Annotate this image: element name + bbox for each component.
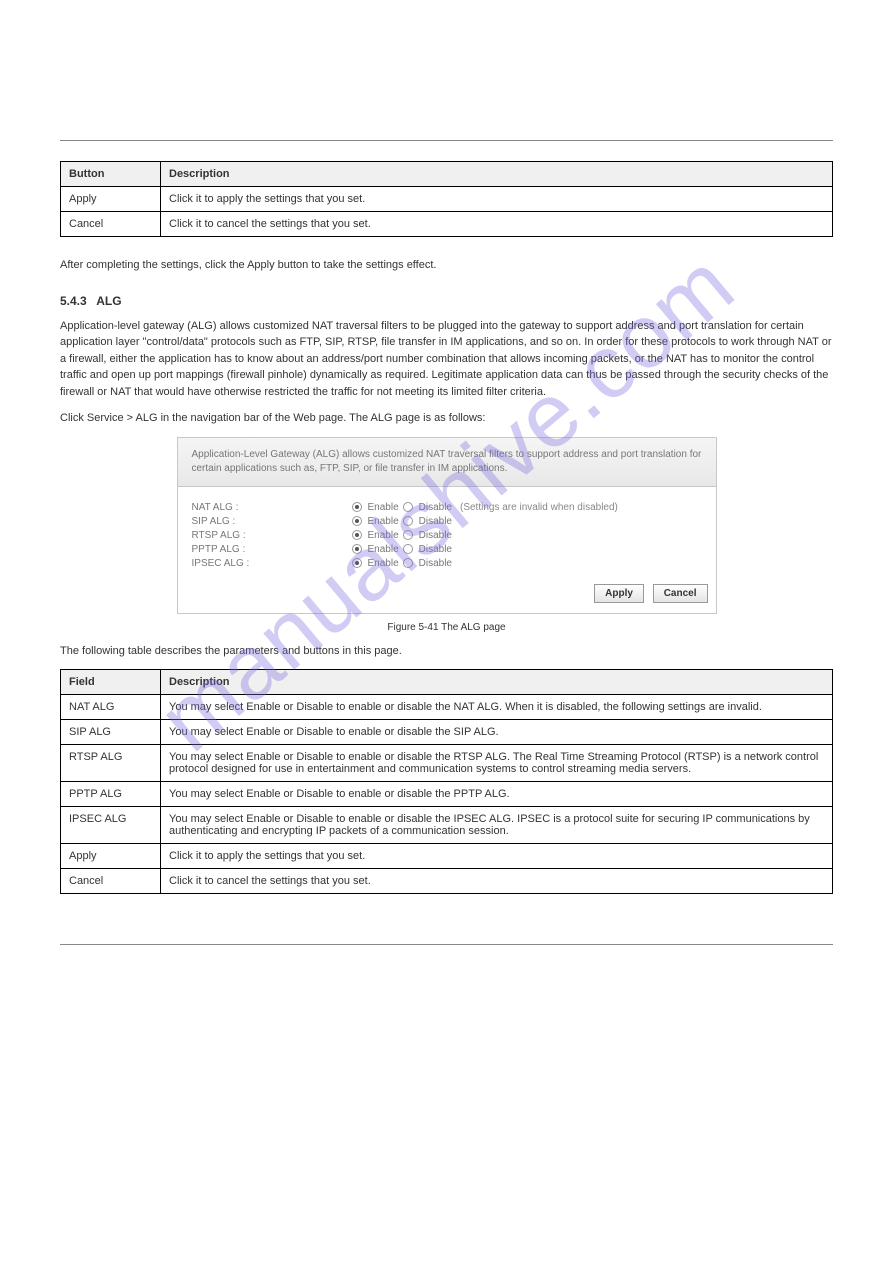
ipsec-alg-disable-radio[interactable] xyxy=(403,558,413,568)
rtsp-alg-enable-text: Enable xyxy=(368,530,399,541)
rtsp-alg-disable-text: Disable xyxy=(419,530,452,541)
pptp-alg-enable-radio[interactable] xyxy=(352,544,362,554)
nat-alg-hint: (Settings are invalid when disabled) xyxy=(460,502,618,513)
paragraph-alg-description: Application-level gateway (ALG) allows c… xyxy=(60,318,833,401)
ipsec-alg-disable-text: Disable xyxy=(419,558,452,569)
rtsp-alg-disable-radio[interactable] xyxy=(403,530,413,540)
ipsec-alg-row: IPSEC ALG : Enable Disable xyxy=(192,558,702,569)
table-header-row: Field Description xyxy=(61,670,833,695)
cell-cancel2-desc: Click it to cancel the settings that you… xyxy=(161,869,833,894)
cell-apply-desc: Click it to apply the settings that you … xyxy=(161,187,833,212)
alg-panel-description: Application-Level Gateway (ALG) allows c… xyxy=(178,438,716,487)
rtsp-alg-enable-radio[interactable] xyxy=(352,530,362,540)
table-row: NAT ALG You may select Enable or Disable… xyxy=(61,695,833,720)
pptp-alg-disable-radio[interactable] xyxy=(403,544,413,554)
ipsec-alg-enable-text: Enable xyxy=(368,558,399,569)
cell-cancel2: Cancel xyxy=(61,869,161,894)
cancel-button[interactable]: Cancel xyxy=(653,584,708,603)
nat-alg-disable-text: Disable xyxy=(419,502,452,513)
cell-pptp-alg-desc: You may select Enable or Disable to enab… xyxy=(161,782,833,807)
apply-button[interactable]: Apply xyxy=(594,584,644,603)
cell-cancel-desc: Click it to cancel the settings that you… xyxy=(161,212,833,237)
section-heading: 5.4.3 ALG xyxy=(60,294,833,308)
table-row: Cancel Click it to cancel the settings t… xyxy=(61,212,833,237)
figure-caption: Figure 5-41 The ALG page xyxy=(60,622,833,633)
section-title: ALG xyxy=(96,294,121,308)
section-number: 5.4.3 xyxy=(60,294,87,308)
cell-apply2-desc: Click it to apply the settings that you … xyxy=(161,844,833,869)
table2-intro: The following table describes the parame… xyxy=(60,643,833,660)
cell-sip-alg-desc: You may select Enable or Disable to enab… xyxy=(161,720,833,745)
nat-alg-label: NAT ALG : xyxy=(192,502,352,513)
alg-panel-body: NAT ALG : Enable Disable (Settings are i… xyxy=(178,487,716,580)
cell-sip-alg: SIP ALG xyxy=(61,720,161,745)
header-rule xyxy=(60,140,833,141)
table-header-description: Description xyxy=(161,162,833,187)
ipsec-alg-enable-radio[interactable] xyxy=(352,558,362,568)
table-header-button: Button xyxy=(61,162,161,187)
alg-button-bar: Apply Cancel xyxy=(178,580,716,613)
cell-pptp-alg: PPTP ALG xyxy=(61,782,161,807)
table-row: IPSEC ALG You may select Enable or Disab… xyxy=(61,807,833,844)
sip-alg-disable-radio[interactable] xyxy=(403,516,413,526)
cell-apply2: Apply xyxy=(61,844,161,869)
nat-alg-enable-text: Enable xyxy=(368,502,399,513)
sip-alg-enable-text: Enable xyxy=(368,516,399,527)
alg-settings-panel: Application-Level Gateway (ALG) allows c… xyxy=(177,437,717,614)
page-header xyxy=(60,60,833,100)
cell-rtsp-alg: RTSP ALG xyxy=(61,745,161,782)
cell-apply: Apply xyxy=(61,187,161,212)
rtsp-alg-row: RTSP ALG : Enable Disable xyxy=(192,530,702,541)
pptp-alg-disable-text: Disable xyxy=(419,544,452,555)
cell-rtsp-alg-desc: You may select Enable or Disable to enab… xyxy=(161,745,833,782)
sip-alg-row: SIP ALG : Enable Disable xyxy=(192,516,702,527)
footer-rule xyxy=(60,944,833,945)
table-row: Apply Click it to apply the settings tha… xyxy=(61,844,833,869)
table-row: SIP ALG You may select Enable or Disable… xyxy=(61,720,833,745)
nat-alg-row: NAT ALG : Enable Disable (Settings are i… xyxy=(192,502,702,513)
sip-alg-disable-text: Disable xyxy=(419,516,452,527)
page-footer xyxy=(60,955,833,975)
pptp-alg-enable-text: Enable xyxy=(368,544,399,555)
table2-header-field: Field xyxy=(61,670,161,695)
pptp-alg-label: PPTP ALG : xyxy=(192,544,352,555)
sip-alg-enable-radio[interactable] xyxy=(352,516,362,526)
table-header-row: Button Description xyxy=(61,162,833,187)
table-row: PPTP ALG You may select Enable or Disabl… xyxy=(61,782,833,807)
cell-nat-alg: NAT ALG xyxy=(61,695,161,720)
nat-alg-disable-radio[interactable] xyxy=(403,502,413,512)
paragraph-nav-instruction: Click Service > ALG in the navigation ba… xyxy=(60,410,833,427)
table2-header-description: Description xyxy=(161,670,833,695)
cell-ipsec-alg: IPSEC ALG xyxy=(61,807,161,844)
ipsec-alg-label: IPSEC ALG : xyxy=(192,558,352,569)
table-row: RTSP ALG You may select Enable or Disabl… xyxy=(61,745,833,782)
cell-ipsec-alg-desc: You may select Enable or Disable to enab… xyxy=(161,807,833,844)
table-row: Apply Click it to apply the settings tha… xyxy=(61,187,833,212)
button-description-table: Button Description Apply Click it to app… xyxy=(60,161,833,237)
cell-cancel: Cancel xyxy=(61,212,161,237)
rtsp-alg-label: RTSP ALG : xyxy=(192,530,352,541)
table-row: Cancel Click it to cancel the settings t… xyxy=(61,869,833,894)
cell-nat-alg-desc: You may select Enable or Disable to enab… xyxy=(161,695,833,720)
pptp-alg-row: PPTP ALG : Enable Disable xyxy=(192,544,702,555)
nat-alg-enable-radio[interactable] xyxy=(352,502,362,512)
paragraph-apply-note: After completing the settings, click the… xyxy=(60,257,833,274)
field-description-table: Field Description NAT ALG You may select… xyxy=(60,669,833,894)
sip-alg-label: SIP ALG : xyxy=(192,516,352,527)
